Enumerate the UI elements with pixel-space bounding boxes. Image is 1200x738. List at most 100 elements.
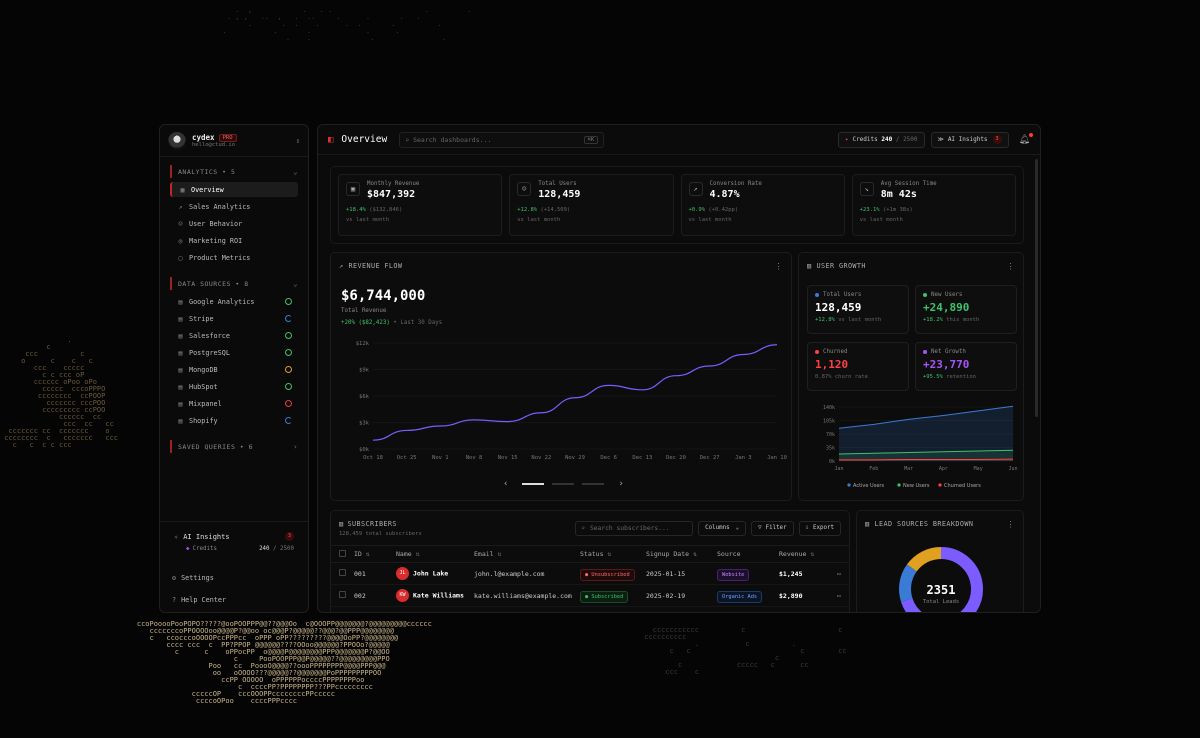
- sidebar-toggle-icon[interactable]: ◧: [328, 135, 333, 145]
- ug-label: Total Users: [823, 292, 862, 298]
- status-ok-icon: [285, 332, 292, 339]
- sidebar-item-user-behavior[interactable]: ☺ User Behavior: [170, 216, 298, 231]
- sparkle-icon: ≫: [937, 136, 944, 143]
- ug-label: New Users: [931, 292, 963, 298]
- chart-icon: ▥: [807, 262, 812, 270]
- sidebar-item-marketing-roi[interactable]: ◎ Marketing ROI: [170, 233, 298, 248]
- chevron-updown-icon[interactable]: ⇕: [296, 137, 300, 145]
- sidebar-item-sales-analytics[interactable]: ↗ Sales Analytics: [170, 199, 298, 214]
- col-revenue[interactable]: Revenue ⇅: [775, 545, 833, 563]
- dashboard-search-input[interactable]: ⌕ Search dashboards... ⌘K: [399, 131, 605, 148]
- settings-link[interactable]: ⚙ Settings: [168, 568, 300, 588]
- table-row[interactable]: 002 KW Kate Williams kate.williams@exampl…: [331, 584, 849, 607]
- row-more-icon[interactable]: ⋯: [833, 562, 849, 585]
- chevron-down-icon[interactable]: ⌄: [293, 280, 298, 288]
- user-icon: ☺: [178, 219, 183, 228]
- credits-pill-total: / 2500: [895, 136, 918, 143]
- credits-used: 240: [259, 546, 270, 552]
- x-tick-label: Dec 27: [700, 455, 720, 461]
- search-placeholder: Search dashboards...: [413, 135, 492, 144]
- section-saved-queries[interactable]: SAVED QUERIES • 6 ›: [170, 440, 298, 453]
- database-icon: ▤: [178, 382, 183, 391]
- sidebar-item-label: HubSpot: [189, 382, 218, 391]
- row-checkbox[interactable]: [339, 591, 346, 598]
- status-syncing-icon: [285, 315, 292, 322]
- section-analytics[interactable]: ANALYTICS • 5 ⌄: [170, 165, 298, 178]
- ug-card-churned[interactable]: Churned 1,120 0.87% churn rate: [807, 342, 909, 391]
- revenue-delta: +20% ($82,423): [341, 320, 390, 326]
- ug-card-total-users[interactable]: Total Users 128,459 +12.8% vs last month: [807, 285, 909, 334]
- col-source[interactable]: Source: [713, 545, 775, 563]
- kpi-card-total-users[interactable]: ☺ Total Users 128,459 +12.8% (+14,509) v…: [509, 174, 674, 236]
- export-button[interactable]: ⇩ Export: [798, 520, 841, 536]
- download-icon: ⇩: [805, 525, 810, 531]
- notifications-bell-icon[interactable]: 🔔︎: [1019, 132, 1033, 145]
- kpi-label: Conversion Rate: [709, 181, 762, 187]
- sort-icon: ⇅: [810, 550, 815, 558]
- sidebar-item-stripe[interactable]: ▤ Stripe: [170, 311, 298, 326]
- kpi-row: ▣ Monthly Revenue $847,392 +18.4% ($132,…: [330, 166, 1024, 244]
- select-all-checkbox[interactable]: [339, 549, 346, 557]
- kpi-card-conversion-rate[interactable]: ↗ Conversion Rate 4.87% +0.9% (+0.42pp) …: [680, 174, 845, 236]
- sidebar-item-postgresql[interactable]: ▤ PostgreSQL: [170, 345, 298, 360]
- sidebar-item-product-metrics[interactable]: ▢ Product Metrics: [170, 250, 298, 265]
- carousel-dot-active[interactable]: [522, 483, 545, 485]
- credits-button[interactable]: ✦ Credits 240 / 2500: [837, 131, 925, 148]
- y-tick-label: $9k: [359, 368, 370, 374]
- table-row[interactable]: 001 JL John Lake john.l@example.com ● Uns…: [331, 562, 849, 585]
- sidebar-item-google-analytics[interactable]: ▤ Google Analytics: [170, 294, 298, 309]
- carousel-dot[interactable]: [582, 483, 605, 485]
- sort-icon: ⇅: [365, 550, 370, 558]
- more-options-icon[interactable]: ⋮: [775, 262, 783, 271]
- y-tick-label: $6k: [359, 394, 370, 400]
- subscribers-search-input[interactable]: ⌕ Search subscribers...: [575, 520, 694, 536]
- profile-switcher[interactable]: cydex PRO hello@ctud.io ⇕: [160, 125, 308, 157]
- ug-card-new-users[interactable]: New Users +24,890 +18.2% this month: [915, 285, 1017, 334]
- kpi-foot: vs last month: [688, 217, 732, 223]
- x-tick-label: Feb: [869, 466, 878, 472]
- revenue-flow-panel: ↗ REVENUE FLOW ⋮ $6,744,000 Total Revenu…: [330, 252, 792, 501]
- col-name[interactable]: Name ⇅: [392, 545, 470, 563]
- source-badge: Website: [717, 568, 750, 581]
- carousel-dot[interactable]: [552, 483, 575, 485]
- col-status[interactable]: Status ⇅: [576, 545, 642, 563]
- sidebar-item-overview[interactable]: ▦ Overview: [170, 182, 298, 197]
- trend-icon: ↗: [178, 202, 183, 211]
- x-tick-label: Apr: [939, 466, 948, 472]
- sidebar-item-mongodb[interactable]: ▤ MongoDB: [170, 362, 298, 377]
- row-checkbox[interactable]: [339, 569, 346, 576]
- carousel-controls: ‹ ›: [503, 479, 624, 489]
- sidebar-item-hubspot[interactable]: ▤ HubSpot: [170, 379, 298, 394]
- table-header-row: ID ⇅ Name ⇅ Email ⇅ Status ⇅ Signup Date…: [331, 545, 849, 563]
- help-center-link[interactable]: ? Help Center: [168, 590, 300, 610]
- dot-icon: [923, 350, 927, 354]
- sort-icon: ⇅: [415, 550, 420, 558]
- kpi-card-monthly-revenue[interactable]: ▣ Monthly Revenue $847,392 +18.4% ($132,…: [338, 174, 503, 236]
- ai-insights-card[interactable]: ✧ AI Insights 3 ◆ Credits 240 / 2500: [168, 528, 300, 562]
- col-signup-date[interactable]: Signup Date ⇅: [642, 545, 713, 563]
- col-email[interactable]: Email ⇅: [470, 545, 576, 563]
- col-id[interactable]: ID ⇅: [350, 545, 392, 563]
- cell-date: 2025-01-15: [642, 562, 713, 585]
- ug-card-net-growth[interactable]: Net Growth +23,770 +95.5% retention: [915, 342, 1017, 391]
- section-data-sources[interactable]: DATA SOURCES • 8 ⌄: [170, 277, 298, 290]
- chevron-right-icon[interactable]: ›: [618, 479, 623, 489]
- scrollbar[interactable]: [1035, 159, 1038, 417]
- dot-icon: [815, 293, 819, 297]
- sidebar-item-shopify[interactable]: ▤ Shopify: [170, 413, 298, 428]
- search-shortcut: ⌘K: [583, 135, 599, 144]
- sidebar-item-mixpanel[interactable]: ▤ Mixpanel: [170, 396, 298, 411]
- chevron-down-icon[interactable]: ⌄: [293, 168, 298, 176]
- row-more-icon[interactable]: ⋯: [833, 584, 849, 607]
- columns-button[interactable]: Columns ⌄: [698, 520, 747, 536]
- sidebar-item-salesforce[interactable]: ▤ Salesforce: [170, 328, 298, 343]
- filter-button[interactable]: ▽ Filter: [751, 520, 794, 536]
- help-icon: ?: [172, 596, 177, 604]
- revenue-total: $6,744,000: [341, 288, 426, 304]
- legend-label: New Users: [903, 483, 930, 489]
- ai-insights-button[interactable]: ≫ AI Insights 3: [930, 131, 1009, 148]
- chevron-right-icon[interactable]: ›: [293, 443, 298, 451]
- kpi-card-avg-session-time[interactable]: ↘ Avg Session Time 8m 42s +23.1% (+1m 38…: [851, 174, 1016, 236]
- chevron-left-icon[interactable]: ‹: [503, 479, 508, 489]
- more-options-icon[interactable]: ⋮: [1007, 262, 1015, 271]
